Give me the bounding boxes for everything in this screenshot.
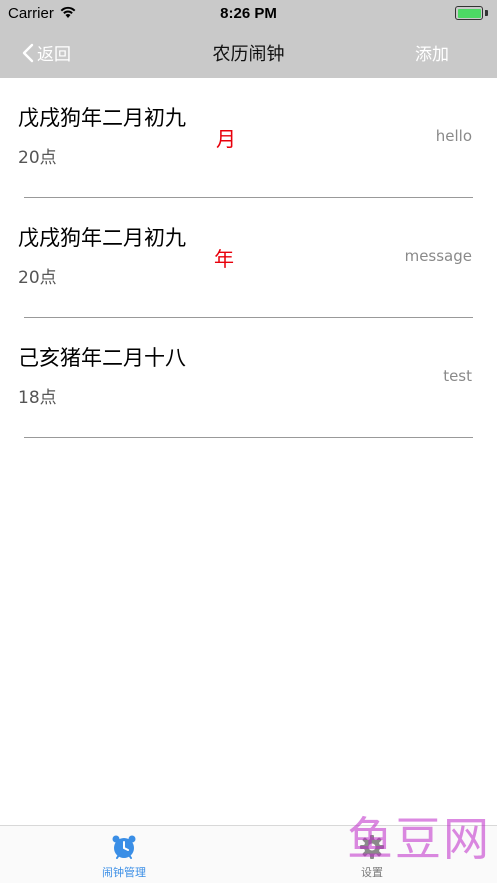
row-divider: [24, 437, 473, 438]
alarm-row[interactable]: 戊戌狗年二月初九 年 20点 message: [0, 198, 497, 318]
alarm-hour: 18点: [18, 388, 57, 408]
alarm-repeat-badge: 年: [214, 247, 234, 271]
battery-tip: [485, 10, 488, 16]
alarm-row[interactable]: 戊戌狗年二月初九 月 20点 hello: [0, 78, 497, 198]
status-bar: Carrier 8:26 PM: [0, 0, 497, 26]
alarm-hour: 20点: [18, 148, 57, 168]
status-time: 8:26 PM: [220, 5, 277, 22]
alarm-clock-icon: [112, 835, 136, 859]
battery-icon: [455, 6, 483, 20]
alarm-hour: 20点: [18, 268, 57, 288]
alarm-repeat-badge: 月: [216, 127, 236, 151]
alarm-date: 戊戌狗年二月初九: [18, 226, 186, 250]
screen: Carrier 8:26 PM 返回 农历闹钟 添加 戊戌狗年二月初九 月 20…: [0, 0, 497, 883]
alarm-note: hello: [435, 127, 472, 145]
top-bar: Carrier 8:26 PM 返回 农历闹钟 添加: [0, 0, 497, 78]
navigation-bar: 返回 农历闹钟 添加: [0, 26, 497, 78]
alarm-row[interactable]: 己亥猪年二月十八 18点 test: [0, 318, 497, 438]
tab-alarm-label: 闹钟管理: [102, 866, 146, 879]
battery-level: [457, 8, 481, 18]
alarm-date: 戊戌狗年二月初九: [18, 106, 186, 130]
tab-alarm-management[interactable]: 闹钟管理: [64, 834, 184, 880]
watermark: 鱼豆网: [347, 812, 491, 866]
alarm-list: 戊戌狗年二月初九 月 20点 hello 戊戌狗年二月初九 年 20点 mess…: [0, 78, 497, 438]
alarm-note: message: [404, 247, 472, 265]
add-button[interactable]: 添加: [415, 40, 449, 65]
alarm-note: test: [443, 367, 472, 385]
alarm-date: 己亥猪年二月十八: [18, 346, 186, 370]
